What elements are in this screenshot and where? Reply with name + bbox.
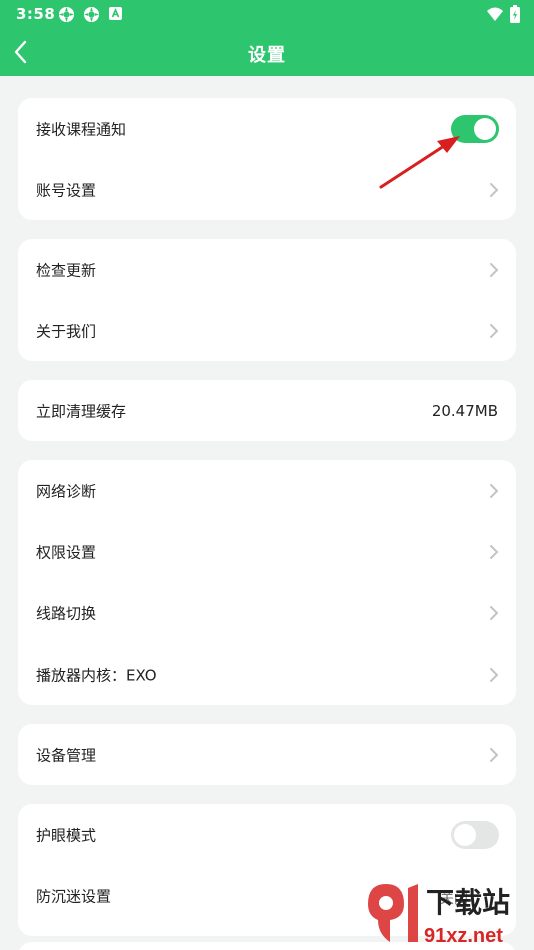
chevron-right-icon <box>490 606 499 620</box>
app-header: 3:58 设置 <box>0 0 534 76</box>
setting-label: 护眼模式 <box>36 826 97 845</box>
status-notification-icons <box>58 6 123 23</box>
status-time: 3:58 <box>16 5 56 23</box>
chevron-right-icon <box>490 183 499 197</box>
setting-row-player-core[interactable]: 播放器内核：EXO <box>18 645 516 705</box>
setting-row-line-switch[interactable]: 线路切换 <box>18 583 516 643</box>
status-system-icons <box>486 5 520 23</box>
setting-label: 立即清理缓存 <box>36 402 127 421</box>
setting-row-about-us[interactable]: 关于我们 <box>18 301 516 361</box>
setting-row-eye-protection[interactable]: 护眼模式 <box>18 805 516 865</box>
chevron-right-icon <box>490 263 499 277</box>
cache-size-value: 20.47MB <box>431 402 498 420</box>
settings-group-network: 网络诊断 权限设置 线路切换 播放器内核：EXO <box>18 460 516 705</box>
setting-row-permissions[interactable]: 权限设置 <box>18 522 516 582</box>
chevron-right-icon <box>490 668 499 682</box>
setting-label: 账号设置 <box>36 181 97 200</box>
setting-row-course-notification[interactable]: 接收课程通知 <box>18 99 516 159</box>
setting-label: 线路切换 <box>36 604 97 623</box>
setting-row-device-management[interactable]: 设备管理 <box>18 725 516 785</box>
setting-row-account[interactable]: 账号设置 <box>18 160 516 220</box>
toggle-knob <box>454 824 476 846</box>
setting-row-network-diagnosis[interactable]: 网络诊断 <box>18 461 516 521</box>
settings-group-cache: 立即清理缓存 20.47MB <box>18 380 516 441</box>
setting-label: 设备管理 <box>36 746 97 765</box>
wifi-icon <box>487 7 503 21</box>
setting-row-clear-cache[interactable]: 立即清理缓存 20.47MB <box>18 381 516 441</box>
notification-a-icon <box>109 7 122 20</box>
course-notification-toggle[interactable] <box>451 115 499 143</box>
watermark-logo: 下载站 91xz.net <box>368 884 510 947</box>
title-bar: 设置 <box>0 28 534 76</box>
setting-label: 接收课程通知 <box>36 120 127 139</box>
setting-label: 检查更新 <box>36 261 97 280</box>
settings-group-notifications: 接收课程通知 账号设置 <box>18 98 516 220</box>
eye-protection-toggle[interactable] <box>451 821 499 849</box>
watermark-url-text: 91xz.net <box>424 925 503 947</box>
chevron-right-icon <box>490 324 499 338</box>
setting-label: 防沉迷设置 <box>36 887 112 906</box>
setting-label: 关于我们 <box>36 322 97 341</box>
chevron-right-icon <box>490 748 499 762</box>
toggle-knob <box>474 118 496 140</box>
setting-label: 网络诊断 <box>36 482 97 501</box>
setting-row-check-update[interactable]: 检查更新 <box>18 240 516 300</box>
chevron-right-icon <box>490 545 499 559</box>
settings-group-devices: 设备管理 <box>18 724 516 785</box>
settings-gear-icon <box>83 6 100 23</box>
setting-label: 权限设置 <box>36 543 97 562</box>
chevron-right-icon <box>490 484 499 498</box>
setting-label: 播放器内核：EXO <box>36 666 157 685</box>
settings-gear-icon <box>58 6 75 23</box>
status-bar: 3:58 <box>0 0 534 28</box>
battery-icon <box>510 5 520 23</box>
settings-group-about: 检查更新 关于我们 <box>18 239 516 361</box>
page-title: 设置 <box>248 45 286 66</box>
watermark-site-text: 下载站 <box>426 887 510 918</box>
